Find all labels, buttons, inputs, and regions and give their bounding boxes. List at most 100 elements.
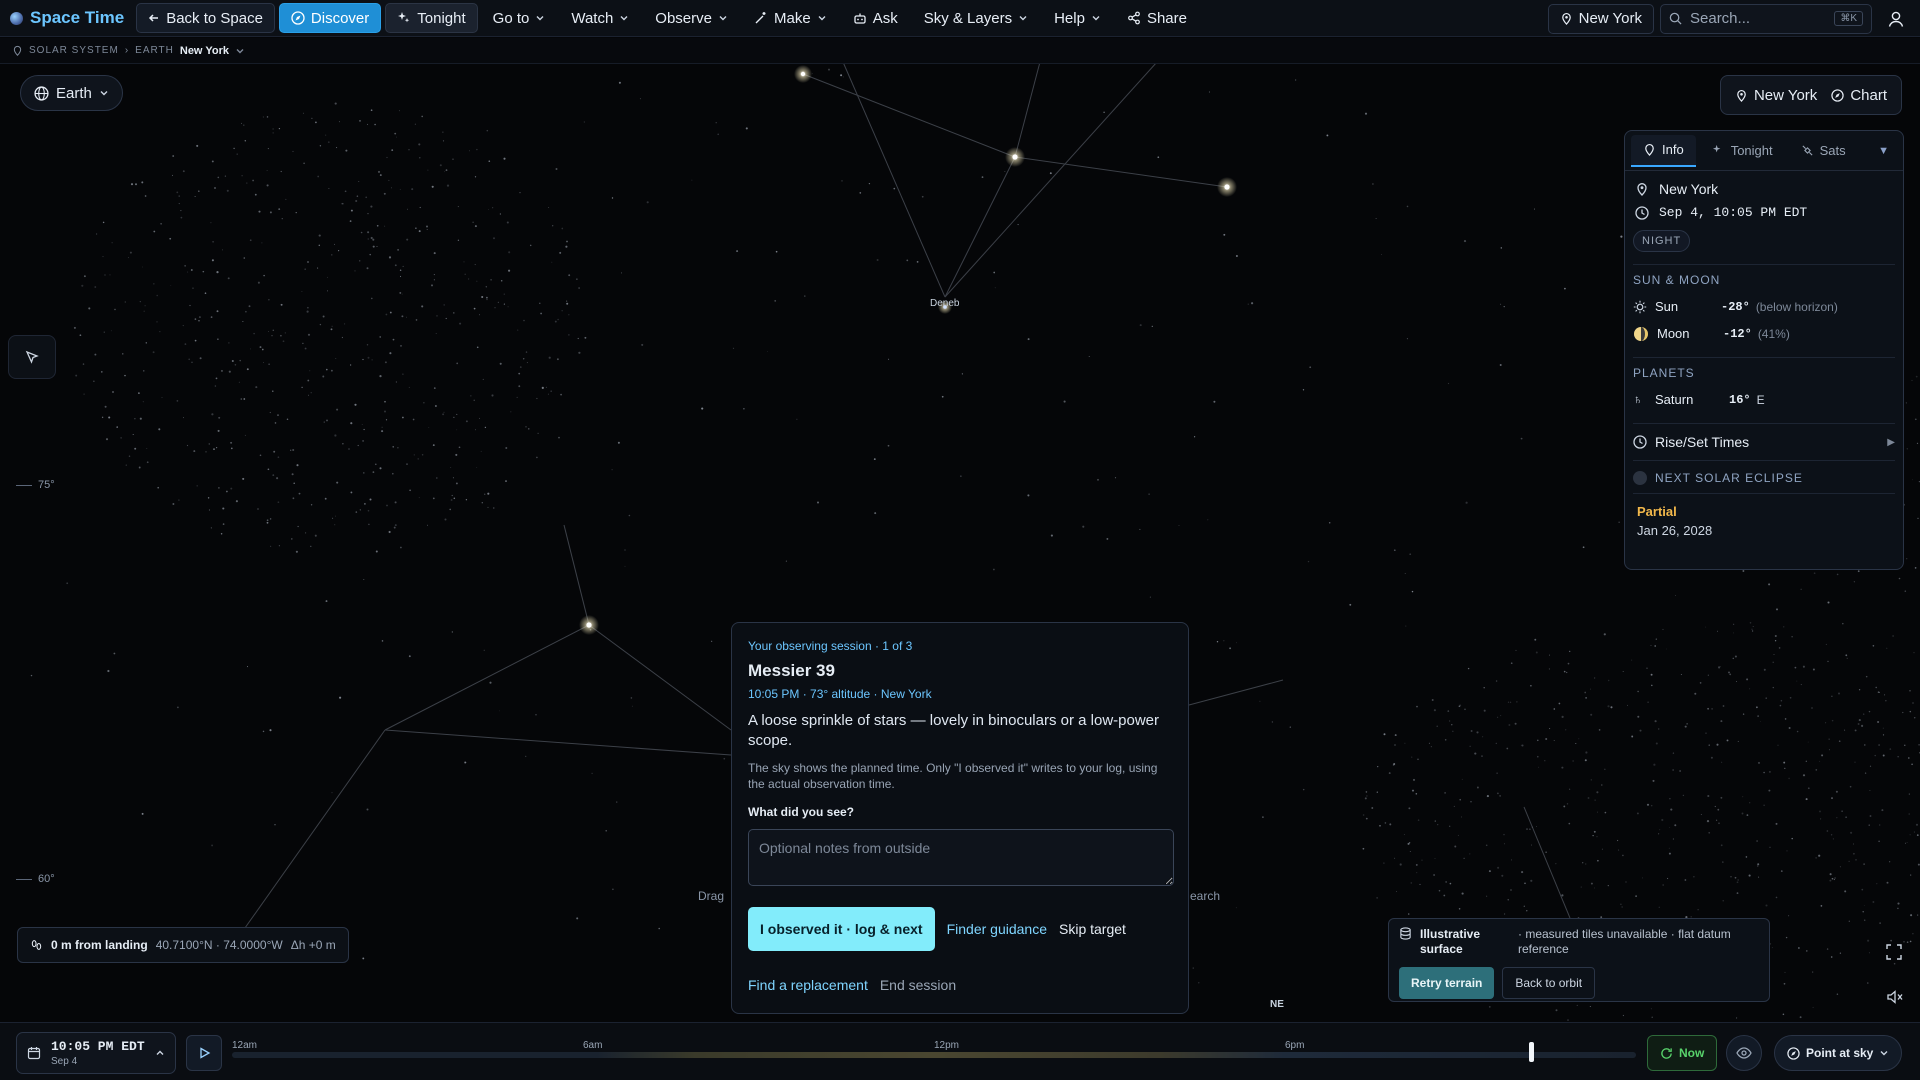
background-star	[362, 957, 365, 960]
sun-row[interactable]: Sun -28° (below horizon)	[1633, 293, 1895, 320]
sky-layers-menu[interactable]: Sky & Layers	[913, 3, 1039, 33]
background-star	[1504, 913, 1506, 915]
background-star	[30, 674, 33, 677]
background-star	[1596, 791, 1599, 794]
background-star	[1721, 761, 1723, 763]
retry-terrain-button[interactable]: Retry terrain	[1399, 967, 1495, 999]
mute-icon[interactable]	[1886, 989, 1904, 1005]
skip-target-link[interactable]: Skip target	[1059, 921, 1126, 937]
background-star	[540, 312, 542, 315]
background-star	[381, 426, 383, 428]
breadcrumb-current[interactable]: New York	[180, 45, 229, 57]
goto-menu[interactable]: Go to	[482, 3, 557, 33]
point-at-sky-button[interactable]: Point at sky	[1774, 1035, 1903, 1071]
make-menu[interactable]: Make	[743, 3, 838, 33]
background-star	[177, 706, 179, 709]
background-star	[384, 400, 386, 403]
now-button[interactable]: Now	[1647, 1035, 1718, 1071]
background-star	[1757, 863, 1760, 866]
background-star	[336, 408, 339, 411]
finder-guidance-link[interactable]: Finder guidance	[947, 921, 1047, 937]
background-star	[1598, 729, 1601, 731]
chevron-down-icon[interactable]	[235, 46, 245, 56]
background-star	[331, 325, 333, 327]
ask-button[interactable]: Ask	[842, 3, 909, 33]
tab-info[interactable]: Info	[1631, 134, 1696, 167]
time-picker[interactable]: 10:05 PM EDT Sep 4	[16, 1032, 176, 1074]
background-star	[196, 144, 199, 147]
location-chip[interactable]: New York	[1735, 87, 1817, 104]
background-star	[240, 398, 243, 400]
help-menu[interactable]: Help	[1043, 3, 1112, 33]
moon-row[interactable]: Moon -12° (41%)	[1633, 320, 1895, 347]
background-star	[1862, 911, 1864, 913]
back-to-orbit-button[interactable]: Back to orbit	[1502, 967, 1596, 999]
observed-log-next-button[interactable]: I observed it · log & next	[748, 907, 935, 951]
sun-altitude: -28°	[1721, 299, 1750, 314]
background-star	[536, 456, 538, 459]
breadcrumb-item[interactable]: SOLAR SYSTEM	[29, 45, 119, 56]
background-star	[1903, 940, 1905, 943]
rise-set-row[interactable]: Rise/Set Times ▶	[1633, 423, 1895, 460]
background-star	[1646, 667, 1648, 669]
background-star	[350, 209, 353, 212]
chart-button[interactable]: Chart	[1831, 87, 1887, 104]
background-star	[1916, 442, 1919, 445]
background-star	[261, 348, 264, 351]
view-controls: New York Chart	[1719, 75, 1902, 115]
background-star	[1897, 907, 1899, 910]
background-star	[1890, 939, 1892, 942]
timeline-handle[interactable]	[1529, 1042, 1535, 1062]
watch-menu[interactable]: Watch	[560, 3, 640, 33]
find-replacement-link[interactable]: Find a replacement	[748, 977, 868, 993]
share-button[interactable]: Share	[1116, 3, 1198, 33]
tab-sats[interactable]: Sats	[1789, 135, 1858, 167]
search-input[interactable]: Search... ⌘K	[1660, 3, 1872, 34]
breadcrumb-item[interactable]: EARTH	[135, 45, 174, 56]
background-star	[1897, 902, 1900, 905]
observe-menu[interactable]: Observe	[644, 3, 739, 33]
notes-input[interactable]	[748, 829, 1174, 886]
timeline-track	[232, 1052, 1636, 1058]
background-star	[246, 368, 249, 371]
tab-tonight[interactable]: Tonight	[1700, 135, 1785, 167]
timeline-slider[interactable]: 12am 6am 12pm 6pm	[232, 1040, 1636, 1062]
background-star	[1868, 824, 1870, 826]
fullscreen-icon[interactable]	[1886, 944, 1902, 960]
background-star	[242, 321, 244, 322]
body-selector[interactable]: Earth	[20, 75, 123, 111]
background-star	[134, 418, 136, 420]
background-star	[1216, 641, 1219, 643]
background-star	[1636, 812, 1639, 815]
location-button[interactable]: New York	[1547, 3, 1654, 34]
background-star	[1371, 183, 1374, 185]
tonight-button[interactable]: Tonight	[385, 3, 478, 33]
play-button[interactable]	[186, 1035, 222, 1071]
saturn-row[interactable]: ♄ Saturn 16° E	[1633, 386, 1895, 413]
background-star	[1708, 831, 1711, 834]
background-star	[211, 160, 214, 163]
background-star	[364, 503, 366, 505]
more-tabs-icon[interactable]: ▼	[1878, 145, 1897, 157]
pointer-tool-button[interactable]	[8, 335, 56, 379]
background-star	[1800, 588, 1802, 590]
background-star	[535, 714, 537, 716]
background-star	[1916, 834, 1919, 836]
visibility-toggle[interactable]	[1726, 1035, 1762, 1071]
background-star	[1458, 908, 1461, 910]
background-star	[326, 419, 328, 422]
background-star	[1655, 742, 1658, 745]
background-star	[143, 370, 145, 372]
background-star	[1772, 686, 1775, 689]
end-session-link[interactable]: End session	[880, 977, 956, 993]
app-logo-icon	[10, 11, 23, 25]
brand[interactable]: Space Time	[10, 8, 124, 28]
user-icon[interactable]	[1886, 9, 1906, 29]
background-star	[1706, 820, 1710, 823]
back-to-space-button[interactable]: Back to Space	[136, 3, 275, 33]
background-star	[338, 250, 340, 252]
background-star	[347, 447, 351, 451]
background-star	[1826, 948, 1829, 950]
discover-button[interactable]: Discover	[278, 3, 382, 33]
background-star	[1544, 760, 1546, 762]
